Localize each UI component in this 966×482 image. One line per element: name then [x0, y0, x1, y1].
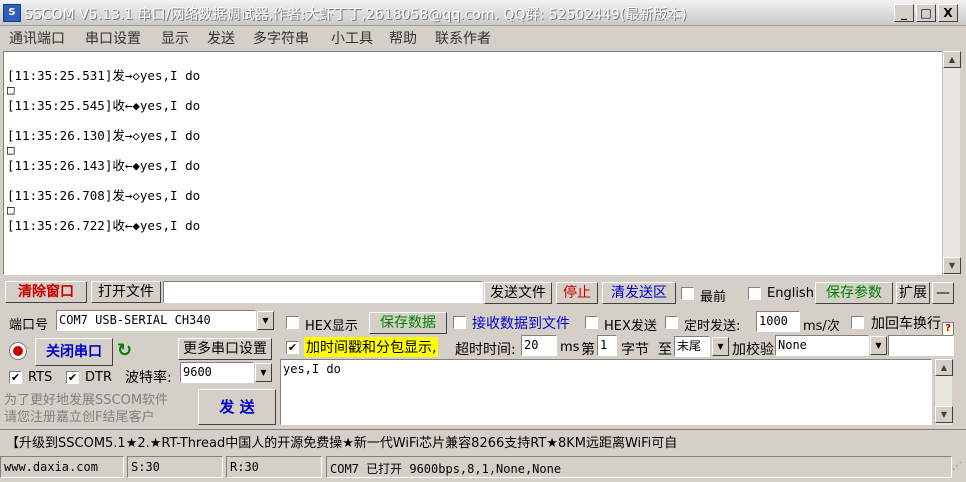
news-ticker[interactable]: 【升级到SSCOM5.1★2.★RT-Thread中国人的开源免费操★新一代Wi…: [6, 432, 677, 451]
menu-multi-string[interactable]: 多字符串: [253, 28, 309, 48]
chevron-down-icon[interactable]: ▼: [257, 311, 274, 330]
english-checkbox[interactable]: [748, 287, 761, 300]
title-bar[interactable]: S SSCOM V5.13.1 串口/网络数据调试器,作者:大虾丁丁,26180…: [0, 0, 966, 26]
hex-send-checkbox[interactable]: [585, 316, 598, 329]
rts-label: RTS: [28, 370, 53, 385]
promo-line-2[interactable]: 请您注册嘉立创F结尾客户: [4, 406, 154, 425]
byte-prefix-label: 第: [581, 342, 595, 358]
menu-send[interactable]: 发送: [207, 28, 235, 48]
timestamp-label: 加时间戳和分包显示,: [304, 337, 439, 357]
send-button[interactable]: 发 送: [198, 389, 276, 425]
hex-send-label: HEX发送: [604, 319, 657, 334]
scroll-down-arrow-icon[interactable]: ▼: [943, 257, 961, 274]
append-crlf-label: 加回车换行: [871, 316, 941, 332]
recv-to-file-checkbox[interactable]: [453, 316, 466, 329]
receive-area[interactable]: [11:35:25.531]发→◇yes,I do □ [11:35:25.54…: [3, 51, 945, 275]
log-line: [11:35:26.722]收←◆yes,I do: [7, 218, 201, 233]
scroll-up-arrow-icon[interactable]: ▲: [935, 359, 953, 376]
timeout-label: 超时时间:: [455, 342, 516, 358]
timeout-input[interactable]: 20: [521, 335, 557, 356]
menu-tools[interactable]: 小工具: [331, 28, 373, 48]
log-line: □: [7, 202, 15, 217]
english-label: English: [767, 286, 814, 301]
save-data-button[interactable]: 保存数据: [369, 312, 447, 334]
news-ticker-bar: 【升级到SSCOM5.1★2.★RT-Thread中国人的开源免费操★新一代Wi…: [0, 429, 966, 451]
menu-comm-port[interactable]: 通讯端口: [9, 28, 65, 48]
recv-to-file-label[interactable]: 接收数据到文件: [472, 313, 570, 333]
scroll-up-arrow-icon[interactable]: ▲: [943, 51, 961, 68]
byte-suffix-label: 字节: [621, 342, 649, 358]
status-port-state: COM7 已打开 9600bps,8,1,None,None: [326, 456, 952, 478]
help-icon[interactable]: ?: [942, 322, 954, 336]
stop-button[interactable]: 停止: [556, 282, 598, 304]
log-line: [11:35:26.143]收←◆yes,I do: [7, 158, 201, 173]
timed-send-checkbox[interactable]: [665, 316, 678, 329]
chevron-down-icon[interactable]: ▼: [255, 363, 272, 382]
timestamp-checkbox[interactable]: ✔: [286, 341, 299, 354]
interval-unit-label: ms/次: [803, 319, 840, 334]
menu-help[interactable]: 帮助: [389, 28, 417, 48]
topmost-label: 最前: [700, 290, 727, 305]
more-serial-settings-button[interactable]: 更多串口设置: [178, 338, 272, 360]
menu-display[interactable]: 显示: [161, 28, 189, 48]
clear-window-button[interactable]: 清除窗口: [5, 281, 87, 303]
append-crlf-checkbox[interactable]: [851, 316, 864, 329]
hex-display-label: HEX显示: [305, 319, 358, 334]
log-line: □: [7, 82, 15, 97]
checksum-result-field: [888, 335, 954, 356]
end-position-select[interactable]: 末尾: [674, 336, 710, 357]
file-path-input[interactable]: [163, 281, 483, 303]
menu-contact-author[interactable]: 联系作者: [435, 28, 491, 48]
window-title: SSCOM V5.13.1 串口/网络数据调试器,作者:大虾丁丁,2618058…: [24, 7, 687, 23]
send-scrollbar[interactable]: ▲ ▼: [934, 359, 953, 425]
port-select[interactable]: COM7 USB-SERIAL CH340: [56, 310, 256, 331]
resize-grip-icon[interactable]: ⋰: [952, 461, 964, 479]
baud-label: 波特率:: [125, 370, 172, 386]
port-status-indicator-icon: [9, 342, 27, 360]
byte-index-input[interactable]: 1: [597, 335, 617, 356]
timed-send-label: 定时发送:: [684, 319, 741, 334]
timeout-unit-label: ms: [560, 340, 580, 355]
log-line: □: [7, 142, 15, 157]
topmost-checkbox[interactable]: [681, 287, 694, 300]
save-params-button[interactable]: 保存参数: [815, 282, 893, 304]
log-line: [11:35:25.545]收←◆yes,I do: [7, 98, 201, 113]
interval-input[interactable]: 1000: [756, 311, 800, 332]
chevron-down-icon[interactable]: ▼: [870, 336, 887, 355]
close-button[interactable]: X: [938, 4, 958, 22]
clear-send-button[interactable]: 清发送区: [602, 282, 676, 304]
rts-checkbox[interactable]: ✔: [9, 371, 22, 384]
baud-rate-select[interactable]: 9600: [180, 362, 254, 383]
send-text-input[interactable]: yes,I do: [280, 359, 932, 425]
port-label: 端口号: [9, 318, 49, 333]
close-port-button[interactable]: 关闭串口: [35, 338, 113, 366]
minimize-button[interactable]: _: [894, 4, 914, 22]
send-file-button[interactable]: 发送文件: [484, 282, 552, 304]
checksum-select[interactable]: None: [775, 335, 869, 356]
log-line: [11:35:25.531]发→◇yes,I do: [7, 68, 201, 83]
app-icon[interactable]: S: [3, 4, 21, 22]
log-line: [11:35:26.130]发→◇yes,I do: [7, 128, 201, 143]
to-label: 至: [658, 342, 672, 358]
open-file-button[interactable]: 打开文件: [91, 281, 161, 303]
receive-scrollbar[interactable]: ▲ ▼: [942, 51, 961, 275]
menu-bar: 通讯端口 串口设置 显示 发送 多字符串 小工具 帮助 联系作者: [0, 26, 966, 48]
refresh-icon[interactable]: ↻: [117, 340, 137, 362]
status-website[interactable]: www.daxia.com: [0, 456, 124, 478]
collapse-button[interactable]: —: [932, 282, 954, 304]
log-line: [11:35:26.708]发→◇yes,I do: [7, 188, 201, 203]
expand-button[interactable]: 扩展: [896, 282, 930, 304]
status-received-count: R:30: [226, 456, 322, 478]
checksum-label: 加校验: [732, 342, 774, 358]
maximize-button[interactable]: □: [916, 4, 936, 22]
dtr-label: DTR: [85, 370, 112, 385]
status-sent-count: S:30: [127, 456, 223, 478]
dtr-checkbox[interactable]: ✔: [66, 371, 79, 384]
chevron-down-icon[interactable]: ▼: [712, 337, 729, 356]
scroll-down-arrow-icon[interactable]: ▼: [935, 406, 953, 423]
status-bar: www.daxia.com S:30 R:30 COM7 已打开 9600bps…: [0, 453, 966, 482]
menu-serial-settings[interactable]: 串口设置: [85, 28, 141, 48]
hex-display-checkbox[interactable]: [286, 316, 299, 329]
